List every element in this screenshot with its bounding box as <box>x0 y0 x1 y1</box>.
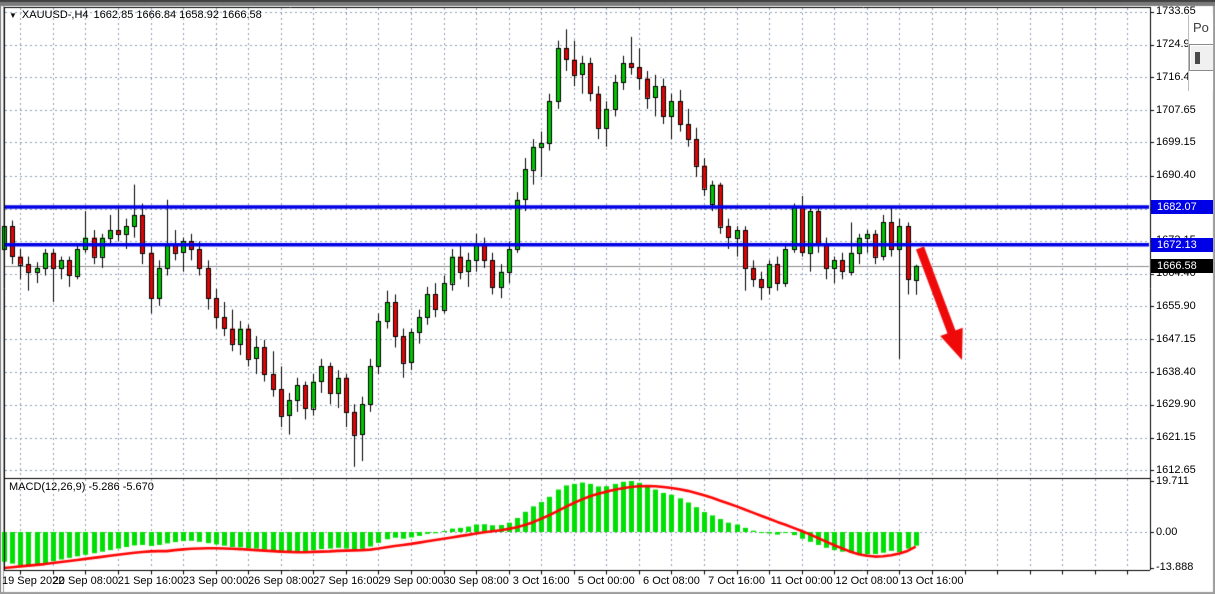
chart-header: ▼ XAUUSD-,H4 1662.85 1666.84 1658.92 166… <box>9 9 262 21</box>
symbol-timeframe-label: XAUUSD-,H4 <box>22 9 89 21</box>
macd-tick-label: 19.711 <box>1156 475 1189 487</box>
time-label: 26 Sep 08:00 <box>248 575 313 587</box>
macd-tick-label: -13.888 <box>1156 561 1193 573</box>
time-label: 20 Sep 08:00 <box>53 575 118 587</box>
time-label: 5 Oct 00:00 <box>578 575 635 587</box>
time-label: 3 Oct 16:00 <box>513 575 570 587</box>
price-tick-label: 1647.15 <box>1156 333 1196 345</box>
time-label: 12 Oct 08:00 <box>835 575 898 587</box>
time-label: 21 Sep 16:00 <box>118 575 183 587</box>
popup-title: Po <box>1189 15 1213 35</box>
macd-indicator-label: MACD(12,26,9) -5.286 -5.670 <box>9 481 154 493</box>
price-tick-label: 1638.40 <box>1156 366 1196 378</box>
price-tick-label: 1690.40 <box>1156 169 1196 181</box>
time-label: 7 Oct 16:00 <box>708 575 765 587</box>
time-label: 29 Sep 00:00 <box>378 575 443 587</box>
mt4-chart-window: ▼ XAUUSD-,H4 1662.85 1666.84 1658.92 166… <box>0 0 1215 594</box>
hline-price-tag-lower: 1672.13 <box>1151 238 1213 252</box>
time-label: 6 Oct 08:00 <box>643 575 700 587</box>
time-label: 27 Sep 16:00 <box>313 575 378 587</box>
current-price-tag: 1666.58 <box>1151 259 1213 273</box>
price-tick-label: 1629.90 <box>1156 398 1196 410</box>
symbol-dropdown-icon[interactable]: ▼ <box>9 11 17 20</box>
popup-button-icon <box>1195 52 1200 64</box>
macd-tick-label: 0.00 <box>1156 526 1177 538</box>
time-label: 11 Oct 00:00 <box>771 575 833 587</box>
hline-price-tag-upper: 1682.07 <box>1151 200 1213 214</box>
price-tick-label: 1655.90 <box>1156 300 1196 312</box>
time-label: 30 Sep 08:00 <box>443 575 508 587</box>
price-tick-label: 1621.15 <box>1156 431 1196 443</box>
price-tick-label: 1707.65 <box>1156 104 1196 116</box>
popup-button[interactable] <box>1189 44 1213 71</box>
time-label: 13 Oct 16:00 <box>900 575 963 587</box>
ohlc-readout: 1662.85 1666.84 1658.92 1666.58 <box>94 9 262 21</box>
price-chart-canvas[interactable] <box>0 0 1215 594</box>
popup-window-fragment: Po <box>1188 15 1213 91</box>
time-label: 23 Sep 00:00 <box>183 575 248 587</box>
price-tick-label: 1699.15 <box>1156 136 1196 148</box>
